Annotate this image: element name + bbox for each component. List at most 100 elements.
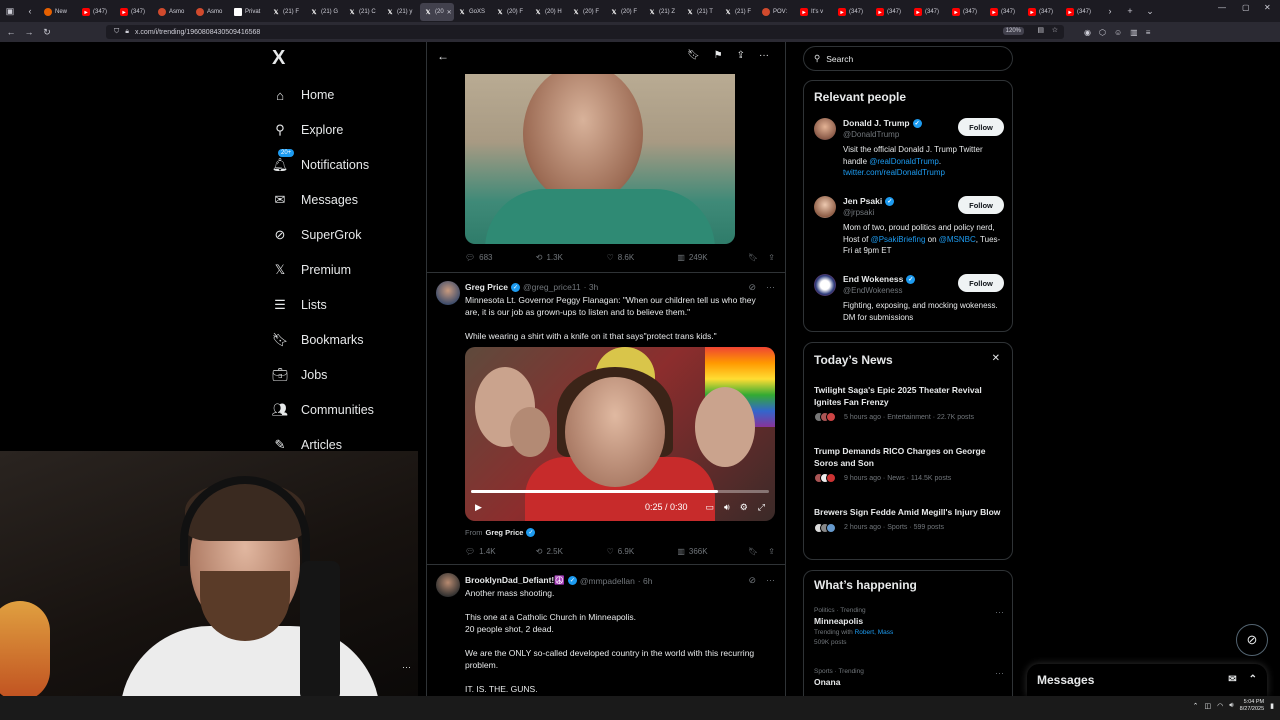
browser-tab[interactable]: ▸ (347)	[1024, 3, 1062, 21]
repost-button[interactable]: ⟲ 2.5K	[536, 547, 607, 556]
person-handle[interactable]: @DonaldTrump	[843, 130, 899, 139]
bookmark-icon[interactable]: 🔖︎	[687, 50, 700, 61]
tab-scroll-left-icon[interactable]: ‹	[20, 6, 40, 16]
follow-button[interactable]: Follow	[958, 274, 1004, 292]
browser-tab[interactable]: 𝕏 (21) y	[382, 3, 420, 21]
browser-tab[interactable]: ▸ (347)	[948, 3, 986, 21]
person-name[interactable]: Jen Psaki	[843, 196, 882, 206]
play-icon[interactable]: ▶	[475, 502, 482, 513]
nav-item-notifications[interactable]: 🔔︎ 20+ Notifications	[272, 149, 369, 173]
tweet[interactable]: BrooklynDad_Defiant!☮️ ✓ @mmpadellan · 6…	[427, 564, 785, 696]
avatar[interactable]	[436, 281, 460, 305]
minimize-window-button[interactable]: —	[1218, 3, 1226, 12]
grok-icon[interactable]: ⊘	[748, 575, 756, 586]
author-name[interactable]: BrooklynDad_Defiant!☮️	[465, 575, 565, 586]
browser-tab[interactable]: 𝕏 (21) Z	[644, 3, 682, 21]
bio-link[interactable]: twitter.com/realDonaldTrump	[843, 168, 945, 177]
browser-tab[interactable]: 𝕏 GoXS	[454, 3, 492, 21]
fullscreen-icon[interactable]: ⤢	[758, 502, 765, 513]
settings-gear-icon[interactable]: ⚙	[740, 502, 748, 513]
volume-icon[interactable]: 🔊︎	[1229, 702, 1233, 710]
tab-list-button[interactable]: ▣	[0, 6, 20, 17]
nav-item-bookmarks[interactable]: 🔖︎ Bookmarks	[272, 332, 364, 348]
share-icon[interactable]: ⇪	[768, 547, 775, 556]
browser-tab[interactable]: 𝕏 (20) F	[492, 3, 530, 21]
x-logo[interactable]: X	[272, 48, 292, 68]
more-options-icon[interactable]: ···	[995, 668, 1004, 678]
browser-tab[interactable]: ▸ (347)	[116, 3, 154, 21]
reload-icon[interactable]: ↻	[38, 27, 56, 38]
browser-tab[interactable]: Asmo	[154, 3, 192, 21]
browser-tab[interactable]: ▸ (347)	[872, 3, 910, 21]
avatar[interactable]	[814, 274, 836, 296]
wifi-icon[interactable]: ◠	[1217, 702, 1223, 710]
close-window-button[interactable]: ✕	[1264, 3, 1271, 12]
tweet-time[interactable]: · 6h	[638, 576, 653, 586]
forward-arrow-icon[interactable]: →	[20, 27, 38, 37]
more-options-icon[interactable]: ···	[995, 607, 1004, 617]
nav-item-supergrok[interactable]: ⊘ SuperGrok	[272, 227, 362, 243]
browser-tab[interactable]: Asmo	[192, 3, 230, 21]
trend-with-links[interactable]: Robert, Mass	[855, 629, 894, 636]
notification-center-icon[interactable]: ▮	[1270, 702, 1274, 710]
nav-item-explore[interactable]: ⚲ Explore	[272, 122, 343, 138]
browser-tab[interactable]: 𝕏 (20) F	[568, 3, 606, 21]
close-tab-icon[interactable]: ✕	[447, 9, 452, 16]
grok-icon[interactable]: ⊘	[748, 282, 756, 293]
person-name[interactable]: Donald J. Trump	[843, 118, 910, 128]
nav-item-home[interactable]: ⌂ Home	[272, 87, 334, 103]
bio-link[interactable]: @PsakiBriefing	[871, 235, 926, 244]
nav-item-messages[interactable]: ✉ Messages	[272, 192, 358, 208]
author-handle[interactable]: @mmpadellan	[580, 576, 635, 586]
extension-icon[interactable]: ◉	[1084, 28, 1091, 37]
views-button[interactable]: ▥ 366K	[677, 547, 748, 556]
url-text[interactable]: x.com/i/trending/1960808430509416568	[135, 29, 260, 36]
browser-tab[interactable]: 𝕏 (21) C	[344, 3, 382, 21]
grok-button[interactable]: ⊘	[1236, 624, 1268, 656]
video-progress-bar[interactable]	[471, 490, 769, 493]
share-icon[interactable]: ⇪	[768, 253, 775, 262]
url-field[interactable]: ⛉ 🔒︎ x.com/i/trending/196080843050941656…	[106, 25, 1064, 39]
person-name[interactable]: End Wokeness	[843, 274, 903, 284]
bookmark-star-icon[interactable]: ☆	[1052, 26, 1058, 34]
browser-tab[interactable]: 𝕏 (21) F	[720, 3, 758, 21]
more-options-icon[interactable]: ···	[759, 50, 769, 61]
system-clock[interactable]: 5:04 PM 8/27/2025	[1240, 699, 1264, 713]
browser-tab[interactable]: ▸ (347)	[1062, 3, 1100, 21]
shield-icon[interactable]: ⛉	[114, 28, 119, 36]
follow-button[interactable]: Follow	[958, 196, 1004, 214]
browser-tab[interactable]: 𝕏 (21) G	[306, 3, 344, 21]
reply-button[interactable]: 💬︎ 683	[465, 253, 536, 262]
browser-tab[interactable]: ▸ (347)	[910, 3, 948, 21]
trend-item[interactable]: Sports · Trending Onana ···	[814, 668, 1004, 687]
extensions-puzzle-icon[interactable]: ⬡	[1099, 28, 1106, 37]
bookmark-icon[interactable]: 🔖︎	[748, 253, 758, 262]
like-button[interactable]: ♡ 8.6K	[607, 253, 678, 262]
new-tab-button[interactable]: +	[1120, 6, 1140, 16]
bookmark-icon[interactable]: 🔖︎	[748, 547, 758, 556]
back-arrow-icon[interactable]: ←	[2, 27, 20, 37]
lock-icon[interactable]: 🔒︎	[125, 28, 129, 36]
browser-tab[interactable]: ▸ (347)	[78, 3, 116, 21]
person-card[interactable]: End Wokeness ✓ @EndWokeness Follow Fighti…	[814, 274, 1004, 324]
person-card[interactable]: Donald J. Trump ✓ @DonaldTrump Follow Vis…	[814, 118, 1004, 178]
tweet-time[interactable]: · 3h	[584, 282, 599, 292]
menu-icon[interactable]: ≡	[1146, 28, 1151, 37]
browser-tab[interactable]: New	[40, 3, 78, 21]
author-handle[interactable]: @greg_price11	[523, 282, 581, 292]
person-card[interactable]: Jen Psaki ✓ @jrpsaki Follow Mom of two, p…	[814, 196, 1004, 256]
maximize-window-button[interactable]: ▢	[1242, 3, 1250, 12]
like-button[interactable]: ♡ 6.9K	[607, 547, 678, 556]
nav-item-premium[interactable]: 𝕏 Premium	[272, 262, 351, 278]
compose-message-icon[interactable]: ✉	[1228, 674, 1236, 685]
from-name[interactable]: Greg Price	[486, 528, 524, 537]
more-options-icon[interactable]: ···	[402, 662, 411, 672]
bio-link[interactable]: @realDonaldTrump	[869, 157, 939, 166]
expand-chevron-icon[interactable]: ⌃	[1249, 674, 1257, 685]
more-options-icon[interactable]: ···	[766, 282, 775, 293]
avatar[interactable]	[436, 573, 460, 597]
news-item[interactable]: Trump Demands RICO Charges on George Sor…	[814, 446, 1004, 483]
browser-tab[interactable]: 𝕏 (20) H	[530, 3, 568, 21]
zoom-level[interactable]: 120%	[1002, 27, 1024, 35]
follow-button[interactable]: Follow	[958, 118, 1004, 136]
